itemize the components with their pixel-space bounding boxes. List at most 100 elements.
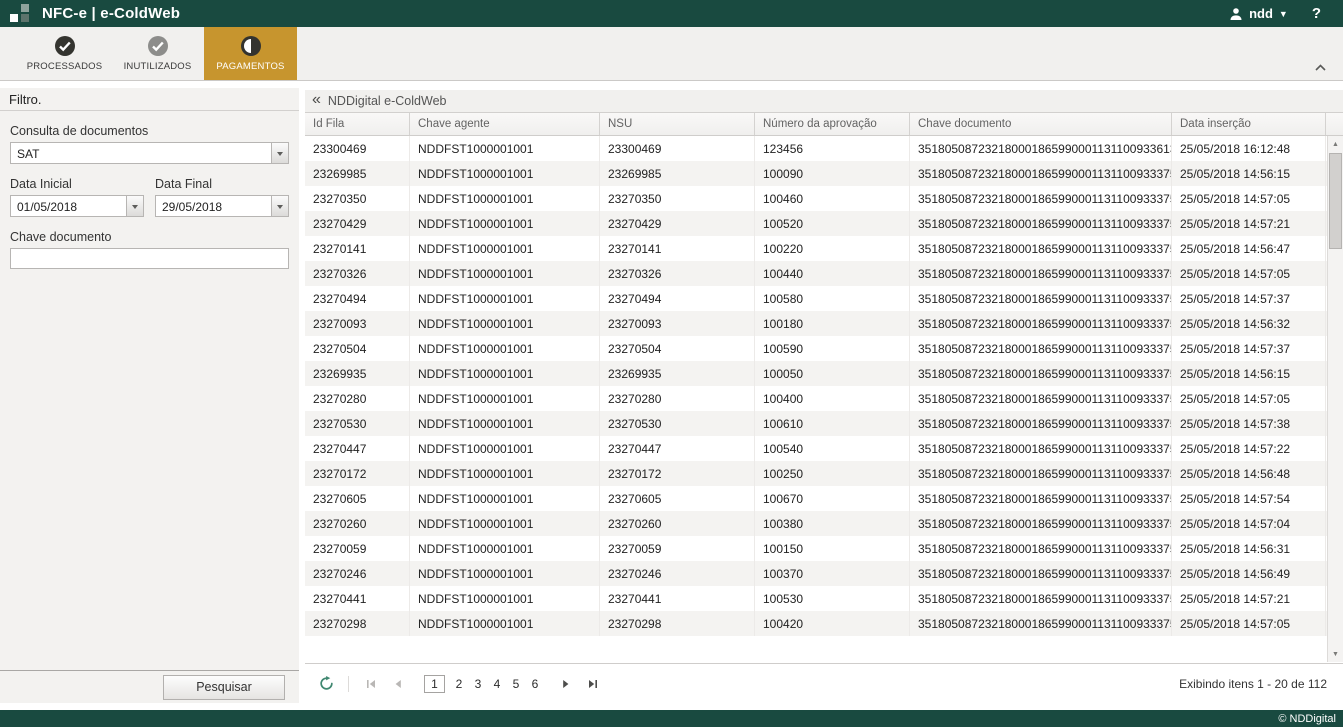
tab-processados[interactable]: PROCESSADOS	[18, 27, 111, 80]
table-cell: 100370	[755, 561, 910, 586]
chevron-down-icon[interactable]: ▼	[1279, 9, 1288, 19]
scrollbar-thumb[interactable]	[1329, 153, 1342, 249]
collapse-toolbar-icon[interactable]	[1314, 62, 1327, 72]
chevron-down-icon[interactable]	[271, 143, 288, 163]
nddigital-logo-icon	[10, 4, 31, 23]
table-cell: 23270141	[600, 236, 755, 261]
page-button-3[interactable]: 3	[473, 677, 483, 691]
data-final-picker[interactable]: 29/05/2018	[155, 195, 289, 217]
column-header-3[interactable]: NSU	[600, 113, 755, 135]
refresh-button[interactable]	[317, 675, 335, 693]
table-cell: 25/05/2018 14:57:54	[1172, 486, 1326, 511]
table-row[interactable]: 23270429NDDFST10000010012327042910052035…	[305, 211, 1343, 236]
toolbar: PROCESSADOS INUTILIZADOS PAGAMENTOS	[0, 27, 1343, 81]
column-header-6[interactable]: Data inserção	[1172, 113, 1326, 135]
pesquisar-button[interactable]: Pesquisar	[163, 675, 285, 700]
table-row[interactable]: 23270260NDDFST10000010012327026010038035…	[305, 511, 1343, 536]
table-row[interactable]: 23270504NDDFST10000010012327050410059035…	[305, 336, 1343, 361]
table-cell: 351805087232180001865990001131100933375	[910, 361, 1172, 386]
table-cell: 23270172	[305, 461, 410, 486]
table-cell: 351805087232180001865990001131100933375	[910, 161, 1172, 186]
table-row[interactable]: 23270093NDDFST10000010012327009310018035…	[305, 311, 1343, 336]
chevron-down-icon[interactable]	[126, 196, 143, 216]
table-cell: NDDFST1000001001	[410, 511, 600, 536]
page-button-4[interactable]: 4	[492, 677, 502, 691]
page-button-6[interactable]: 6	[530, 677, 540, 691]
pagination-status: Exibindo itens 1 - 20 de 112	[1179, 677, 1331, 691]
table-cell: NDDFST1000001001	[410, 286, 600, 311]
table-row[interactable]: 23270298NDDFST10000010012327029810042035…	[305, 611, 1343, 636]
prev-page-button[interactable]	[389, 675, 407, 693]
table-cell: 351805087232180001865990001131100933375	[910, 386, 1172, 411]
table-cell: 23270429	[305, 211, 410, 236]
page-button-5[interactable]: 5	[511, 677, 521, 691]
last-page-button[interactable]	[584, 675, 602, 693]
table-cell: 25/05/2018 14:56:15	[1172, 161, 1326, 186]
table-row[interactable]: 23270246NDDFST10000010012327024610037035…	[305, 561, 1343, 586]
column-header-2[interactable]: Chave agente	[410, 113, 600, 135]
scroll-up-icon[interactable]: ▲	[1328, 136, 1343, 152]
table-cell: 23270246	[305, 561, 410, 586]
results-grid: Id FilaChave agenteNSUNúmero da aprovaçã…	[305, 113, 1343, 662]
tab-inutilizados[interactable]: INUTILIZADOS	[111, 27, 204, 80]
table-cell: 351805087232180001865990001131100933375	[910, 486, 1172, 511]
table-row[interactable]: 23270172NDDFST10000010012327017210025035…	[305, 461, 1343, 486]
scroll-down-icon[interactable]: ▼	[1328, 646, 1343, 662]
table-row[interactable]: 23270280NDDFST10000010012327028010040035…	[305, 386, 1343, 411]
table-cell: 25/05/2018 14:56:31	[1172, 536, 1326, 561]
chave-documento-label: Chave documento	[10, 230, 289, 244]
table-row[interactable]: 23269935NDDFST10000010012326993510005035…	[305, 361, 1343, 386]
table-cell: 25/05/2018 14:57:05	[1172, 261, 1326, 286]
table-row[interactable]: 23270441NDDFST10000010012327044110053035…	[305, 586, 1343, 611]
table-cell: 23300469	[600, 136, 755, 161]
table-row[interactable]: 23270447NDDFST10000010012327044710054035…	[305, 436, 1343, 461]
table-cell: 351805087232180001865990001131100933375	[910, 561, 1172, 586]
table-row[interactable]: 23270605NDDFST10000010012327060510067035…	[305, 486, 1343, 511]
table-cell: 123456	[755, 136, 910, 161]
table-row[interactable]: 23270141NDDFST10000010012327014110022035…	[305, 236, 1343, 261]
table-cell: 351805087232180001865990001131100933375	[910, 261, 1172, 286]
page-button-1[interactable]: 1	[424, 675, 445, 693]
filter-panel: Filtro. Consulta de documentos SAT Data …	[0, 88, 299, 703]
data-inicial-picker[interactable]: 01/05/2018	[10, 195, 144, 217]
first-page-button[interactable]	[362, 675, 380, 693]
table-cell: 100610	[755, 411, 910, 436]
grid-header: Id FilaChave agenteNSUNúmero da aprovaçã…	[305, 113, 1343, 136]
document-type-select[interactable]: SAT	[10, 142, 289, 164]
table-row[interactable]: 23270059NDDFST10000010012327005910015035…	[305, 536, 1343, 561]
vertical-scrollbar[interactable]: ▲ ▼	[1327, 136, 1343, 662]
table-cell: 25/05/2018 14:57:37	[1172, 286, 1326, 311]
column-header-5[interactable]: Chave documento	[910, 113, 1172, 135]
table-cell: 25/05/2018 14:57:37	[1172, 336, 1326, 361]
table-cell: 23269935	[600, 361, 755, 386]
chave-documento-input[interactable]	[10, 248, 289, 269]
page-button-2[interactable]: 2	[454, 677, 464, 691]
table-row[interactable]: 23300469NDDFST10000010012330046912345635…	[305, 136, 1343, 161]
table-cell: 23270605	[600, 486, 755, 511]
table-row[interactable]: 23270326NDDFST10000010012327032610044035…	[305, 261, 1343, 286]
next-page-button[interactable]	[557, 675, 575, 693]
table-cell: NDDFST1000001001	[410, 236, 600, 261]
table-cell: 100050	[755, 361, 910, 386]
table-cell: 23270441	[600, 586, 755, 611]
user-menu[interactable]: ndd	[1249, 6, 1273, 21]
column-header-4[interactable]: Número da aprovação	[755, 113, 910, 135]
table-cell: 23270504	[600, 336, 755, 361]
column-header-1[interactable]: Id Fila	[305, 113, 410, 135]
table-row[interactable]: 23269985NDDFST10000010012326998510009035…	[305, 161, 1343, 186]
table-cell: 23270326	[600, 261, 755, 286]
table-cell: 351805087232180001865990001131100933375	[910, 411, 1172, 436]
table-cell: 23270350	[305, 186, 410, 211]
table-row[interactable]: 23270494NDDFST10000010012327049410058035…	[305, 286, 1343, 311]
table-cell: 23270494	[600, 286, 755, 311]
chevron-down-icon[interactable]	[271, 196, 288, 216]
table-cell: 23270504	[305, 336, 410, 361]
tab-pagamentos[interactable]: PAGAMENTOS	[204, 27, 297, 80]
table-row[interactable]: 23270530NDDFST10000010012327053010061035…	[305, 411, 1343, 436]
help-button[interactable]: ?	[1312, 5, 1321, 22]
table-cell: 23270605	[305, 486, 410, 511]
table-cell: 23270429	[600, 211, 755, 236]
table-row[interactable]: 23270350NDDFST10000010012327035010046035…	[305, 186, 1343, 211]
collapse-panel-icon[interactable]: «	[312, 91, 321, 109]
table-cell: 100670	[755, 486, 910, 511]
